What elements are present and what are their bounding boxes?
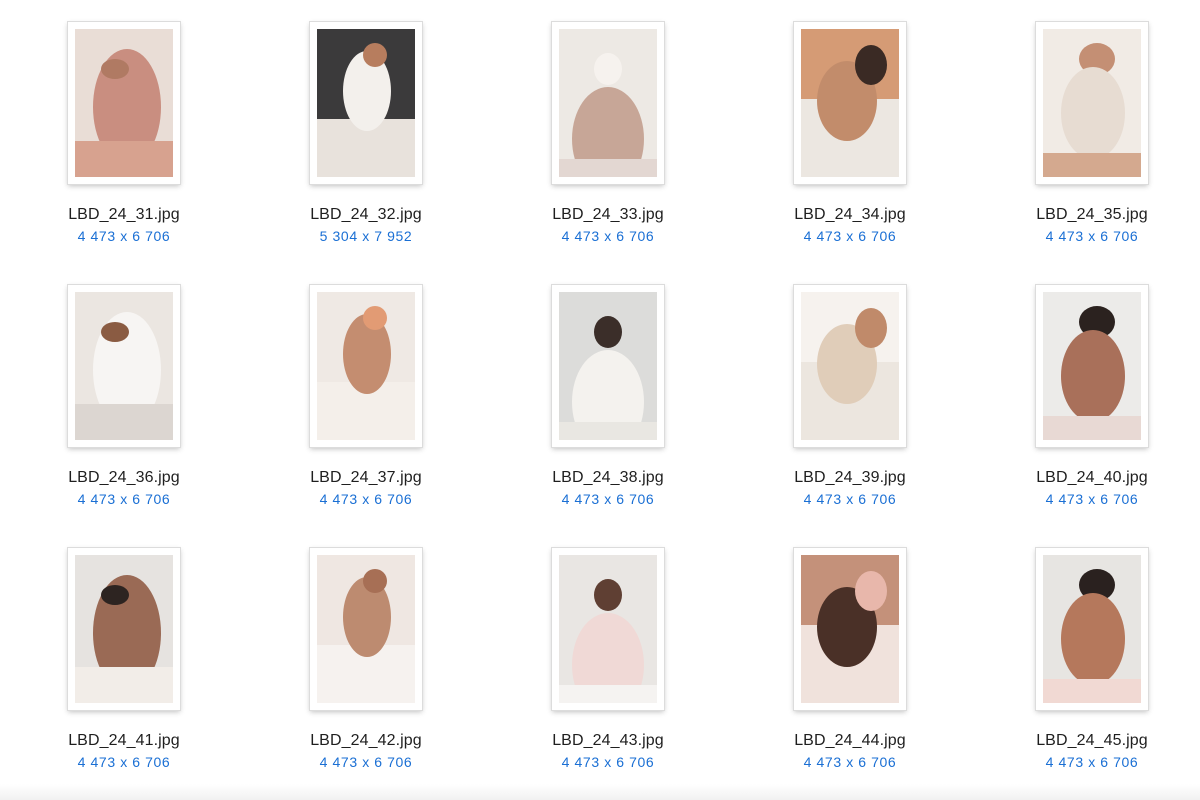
photo-placeholder [559, 292, 657, 440]
photo-placeholder [559, 555, 657, 703]
file-name[interactable]: LBD_24_32.jpg [276, 206, 456, 224]
file-name[interactable]: LBD_24_38.jpg [518, 469, 698, 487]
photo-placeholder [801, 555, 899, 703]
thumbnail-frame[interactable] [68, 548, 180, 710]
image-dimensions: 5 304 x 7 952 [319, 228, 413, 244]
photo-placeholder [317, 555, 415, 703]
thumbnail-frame[interactable] [310, 548, 422, 710]
image-dimensions: 4 473 x 6 706 [319, 754, 413, 770]
thumbnail-image [801, 29, 899, 177]
photo-placeholder [317, 292, 415, 440]
image-dimensions: 4 473 x 6 706 [803, 754, 897, 770]
photo-placeholder [801, 292, 899, 440]
photo-placeholder [1043, 292, 1141, 440]
image-dimensions: 4 473 x 6 706 [1045, 228, 1139, 244]
thumbnail-image [75, 555, 173, 703]
file-name[interactable]: LBD_24_40.jpg [1002, 469, 1182, 487]
image-dimensions: 4 473 x 6 706 [77, 754, 171, 770]
thumbnail-image [317, 555, 415, 703]
image-dimensions: 4 473 x 6 706 [561, 228, 655, 244]
thumbnail-image [559, 555, 657, 703]
file-name[interactable]: LBD_24_36.jpg [34, 469, 214, 487]
file-name[interactable]: LBD_24_37.jpg [276, 469, 456, 487]
thumbnail-image [317, 292, 415, 440]
file-name[interactable]: LBD_24_31.jpg [34, 206, 214, 224]
image-dimensions: 4 473 x 6 706 [803, 491, 897, 507]
thumbnail-frame[interactable] [310, 22, 422, 184]
thumbnail-image [75, 292, 173, 440]
thumbnail-frame[interactable] [552, 22, 664, 184]
file-name[interactable]: LBD_24_34.jpg [760, 206, 940, 224]
thumbnail-frame[interactable] [794, 22, 906, 184]
image-dimensions: 4 473 x 6 706 [561, 754, 655, 770]
thumbnail-frame[interactable] [68, 22, 180, 184]
file-name[interactable]: LBD_24_33.jpg [518, 206, 698, 224]
thumbnail-frame[interactable] [552, 548, 664, 710]
thumbnail-frame[interactable] [1036, 285, 1148, 447]
image-dimensions: 4 473 x 6 706 [319, 491, 413, 507]
thumbnail-image [801, 555, 899, 703]
thumbnail-frame[interactable] [310, 285, 422, 447]
file-name[interactable]: LBD_24_45.jpg [1002, 732, 1182, 750]
image-dimensions: 4 473 x 6 706 [561, 491, 655, 507]
photo-placeholder [317, 29, 415, 177]
thumbnail-image [317, 29, 415, 177]
photo-placeholder [75, 555, 173, 703]
photo-placeholder [801, 29, 899, 177]
file-name[interactable]: LBD_24_35.jpg [1002, 206, 1182, 224]
file-name[interactable]: LBD_24_41.jpg [34, 732, 214, 750]
thumbnail-frame[interactable] [794, 285, 906, 447]
thumbnail-frame[interactable] [1036, 548, 1148, 710]
image-dimensions: 4 473 x 6 706 [1045, 491, 1139, 507]
thumbnail-frame[interactable] [794, 548, 906, 710]
file-name[interactable]: LBD_24_42.jpg [276, 732, 456, 750]
file-name[interactable]: LBD_24_39.jpg [760, 469, 940, 487]
image-dimensions: 4 473 x 6 706 [77, 228, 171, 244]
file-name[interactable]: LBD_24_43.jpg [518, 732, 698, 750]
thumbnail-image [75, 29, 173, 177]
photo-placeholder [75, 29, 173, 177]
photo-placeholder [1043, 555, 1141, 703]
thumbnail-image [559, 292, 657, 440]
thumbnail-image [1043, 555, 1141, 703]
bottom-scroll-edge [0, 784, 1200, 800]
thumbnail-frame[interactable] [552, 285, 664, 447]
photo-placeholder [1043, 29, 1141, 177]
image-dimensions: 4 473 x 6 706 [77, 491, 171, 507]
file-name[interactable]: LBD_24_44.jpg [760, 732, 940, 750]
thumbnail-frame[interactable] [68, 285, 180, 447]
image-dimensions: 4 473 x 6 706 [803, 228, 897, 244]
photo-placeholder [559, 29, 657, 177]
file-grid: LBD_24_31.jpg 4 473 x 6 706 LBD_24_32.jpg 5… [0, 0, 1200, 800]
thumbnail-image [1043, 29, 1141, 177]
image-dimensions: 4 473 x 6 706 [1045, 754, 1139, 770]
thumbnail-image [559, 29, 657, 177]
thumbnail-frame[interactable] [1036, 22, 1148, 184]
thumbnail-image [801, 292, 899, 440]
thumbnail-image [1043, 292, 1141, 440]
photo-placeholder [75, 292, 173, 440]
